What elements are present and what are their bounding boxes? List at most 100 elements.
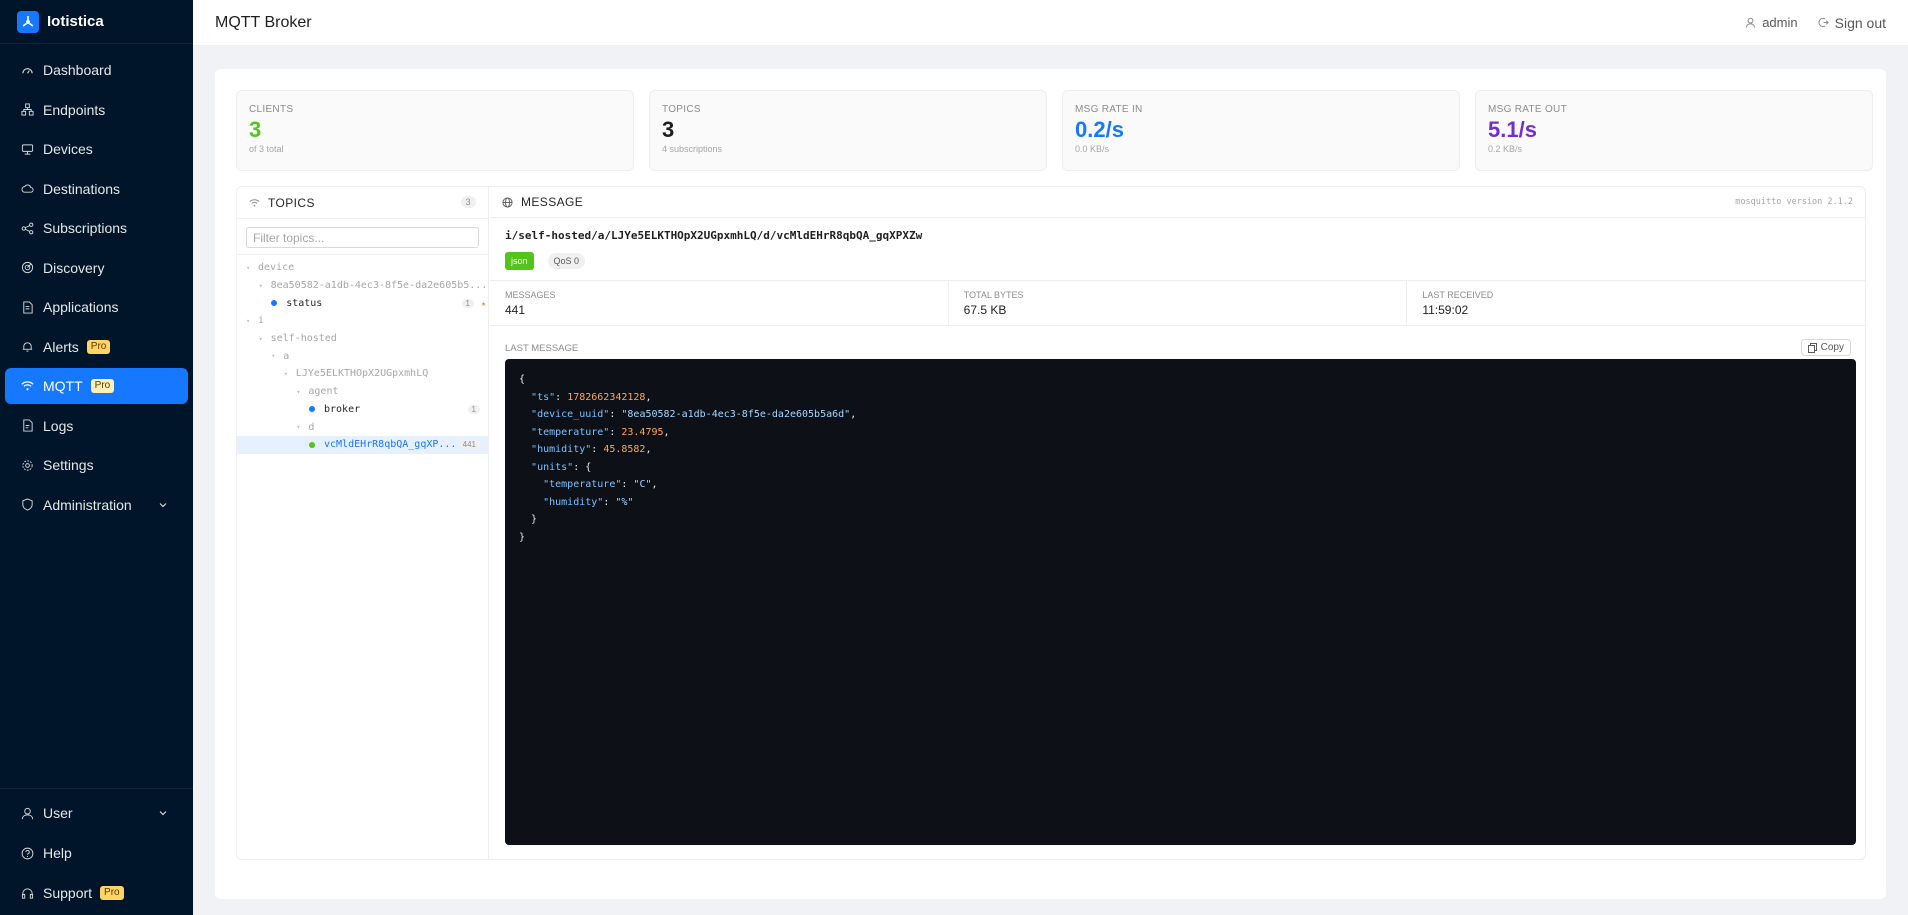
sidebar-item-label: Support [43,885,93,901]
logo[interactable]: Iotistica [0,0,193,44]
logo-icon [17,10,39,33]
sidebar-item-administration[interactable]: Administration [5,487,188,523]
topic-message-count: 1 [467,404,480,414]
sidebar-item-label: Help [43,845,72,861]
topic-leaf[interactable]: status 1 ★ [237,294,488,312]
stat-card-msg-rate-in: MSG RATE IN 0.2/s 0.0 KB/s [1062,90,1460,171]
sidebar-item-endpoints[interactable]: Endpoints [5,92,188,128]
stat-sub: 4 subscriptions [662,144,723,154]
payload-viewer: { "ts": 1782662342128, "device_uuid": "8… [505,359,1856,845]
stat-label: TOPICS [662,104,701,115]
sidebar-item-label: Administration [43,496,132,513]
status-dot-icon [309,441,315,448]
stat-sub: 0.2 KB/s [1488,144,1523,154]
sidebar-item-applications[interactable]: Applications [5,289,188,325]
topic-leaf[interactable]: broker 1 [237,401,488,419]
topic-folder[interactable]: ▾ device [237,259,488,277]
payload-temperature: 23.4795 [621,426,664,438]
message-stat-last-received: LAST RECEIVED 11:59:02 [1407,281,1865,325]
caret-icon: ▾ [246,316,251,325]
sidebar-item-devices[interactable]: Devices [5,131,188,167]
sidebar-item-label: Settings [43,457,94,473]
copy-button[interactable]: Copy [1800,339,1851,356]
gear-icon [20,458,34,472]
topic-label: d [308,421,315,433]
topic-message-count: 1 [461,298,474,308]
topic-label: vcMldEHrR8qbQA_gqXP... [324,439,457,451]
user-icon [20,806,34,820]
stat-label: MSG RATE IN [1075,104,1143,115]
broker-pane: TOPICS 3 ▾ device ▾ 8ea50582-a1db-4ec3-8f5e… [236,186,1866,860]
page-title: MQTT Broker [215,13,312,31]
wifi-icon [249,198,260,208]
sidebar-item-mqtt[interactable]: MQTT Pro [5,368,188,404]
topic-folder[interactable]: ▾ agent [237,383,488,401]
signout-button[interactable]: Sign out [1835,15,1886,31]
copy-label: Copy [1820,342,1844,353]
caret-icon: ▾ [246,263,251,272]
topic-folder[interactable]: ▾ a [237,347,488,365]
broker-version: mosquitto version 2.1.2 [1735,197,1853,207]
stat-sub: 0.0 KB/s [1075,144,1110,154]
payload-ts: 1782662342128 [567,391,646,403]
topics-title: TOPICS [268,195,315,210]
stat-value: 3 [662,117,675,142]
last-message-label: LAST MESSAGE [505,343,579,354]
topic-folder[interactable]: ▾ i [237,312,488,330]
topic-filter-input[interactable] [246,227,479,248]
caret-icon: ▾ [296,423,301,432]
message-stat-value: 11:59:02 [1422,303,1469,317]
topic-leaf[interactable]: vcMldEHrR8qbQA_gqXP... 441 [237,435,488,454]
status-dot-icon [309,406,315,413]
topic-label: broker [324,403,361,415]
share-icon [20,221,34,235]
stat-label: MSG RATE OUT [1488,104,1567,115]
topic-folder[interactable]: ▾ LJYe5ELKTHOpX2UGpxmhLQ [237,365,488,383]
message-stat-label: LAST RECEIVED [1422,290,1494,300]
qos-tag: QoS 0 [547,253,586,269]
topic-folder[interactable]: ▾ self-hosted [237,330,488,348]
sidebar-item-label: Endpoints [43,101,106,118]
message-stat-total-bytes: TOTAL BYTES 67.5 KB [949,281,1408,325]
sidebar-bottom: User Help Support Pro [0,788,193,915]
sidebar-item-discovery[interactable]: Discovery [5,250,188,286]
message-stat-label: TOTAL BYTES [963,290,1024,300]
endpoints-icon [20,103,34,117]
sidebar-item-label: Logs [43,417,74,434]
payload-humidity: 45.8582 [603,444,646,455]
sidebar-item-logs[interactable]: Logs [5,408,188,444]
stat-value: 3 [249,117,262,142]
message-stats: MESSAGES 441 TOTAL BYTES 67.5 KB LAST RECEIV… [490,280,1865,326]
topic-folder[interactable]: ▾ d [237,418,488,436]
sidebar-item-label: User [43,805,73,821]
user-name[interactable]: admin [1762,15,1797,30]
sidebar-item-help[interactable]: Help [5,835,188,871]
star-icon: ★ [481,298,486,308]
topic-label: agent [308,386,339,398]
user-icon [1745,17,1756,28]
cloud-icon [20,182,34,196]
stat-card-msg-rate-out: MSG RATE OUT 5.1/s 0.2 KB/s [1475,90,1873,171]
shield-icon [20,498,34,512]
topic-folder[interactable]: ▾ 8ea50582-a1db-4ec3-8f5e-da2e605b5... [237,277,488,295]
sidebar-item-dashboard[interactable]: Dashboard [5,52,188,88]
sidebar-item-support[interactable]: Support Pro [5,875,188,911]
log-icon [20,419,34,433]
stat-value: 0.2/s [1075,117,1124,142]
stat-card-topics: TOPICS 3 4 subscriptions [649,90,1047,171]
dashboard-icon [20,63,34,77]
sidebar-item-label: Devices [43,141,93,157]
stats-row: CLIENTS 3 of 3 total TOPICS 3 4 subscriptions… [236,90,1873,171]
stat-card-clients: CLIENTS 3 of 3 total [236,90,634,171]
logout-icon [1818,17,1829,28]
topic-message-count: 441 [458,440,480,450]
sidebar-item-user[interactable]: User [5,795,188,831]
topic-label: device [258,262,295,274]
sidebar-item-alerts[interactable]: Alerts Pro [5,329,188,365]
sidebar-item-destinations[interactable]: Destinations [5,171,188,207]
sidebar-item-subscriptions[interactable]: Subscriptions [5,210,188,246]
format-tag: json [505,252,534,270]
topics-count: 3 [460,196,476,208]
sidebar-item-label: Discovery [43,259,105,276]
sidebar-item-settings[interactable]: Settings [5,447,188,483]
